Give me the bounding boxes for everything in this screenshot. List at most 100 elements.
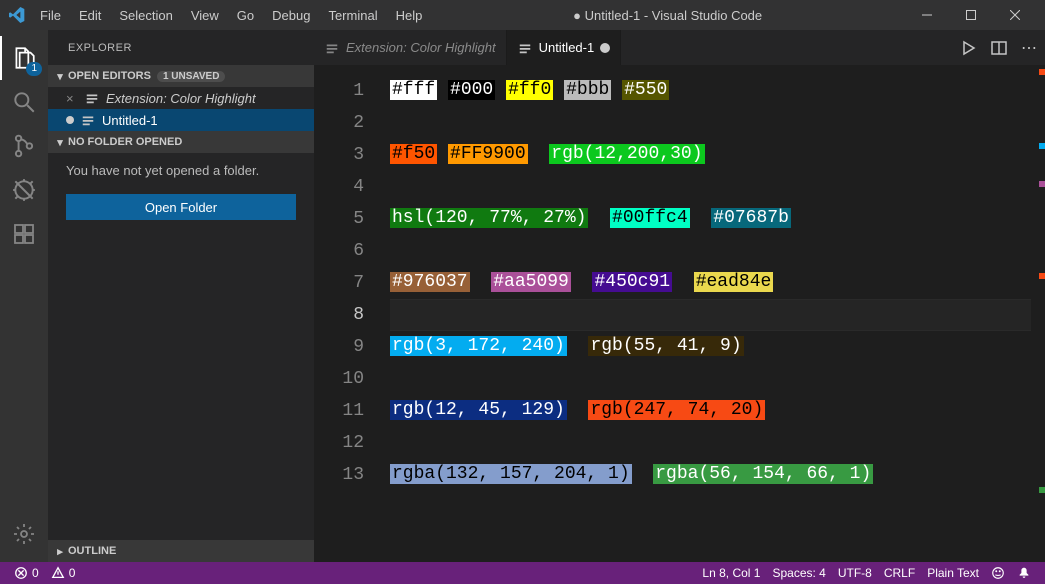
- color-token: #976037: [390, 272, 470, 292]
- file-icon: [517, 41, 533, 55]
- color-token: rgba(132, 157, 204, 1): [390, 464, 632, 484]
- window-title: ● Untitled-1 - Visual Studio Code: [430, 8, 905, 23]
- tab-label: Untitled-1: [539, 40, 595, 55]
- code-line[interactable]: [390, 107, 1045, 139]
- line-number: 12: [314, 427, 390, 459]
- code-line[interactable]: [390, 235, 1045, 267]
- status-errors[interactable]: 0: [8, 566, 45, 580]
- menu-debug[interactable]: Debug: [264, 4, 318, 27]
- open-editor-label: Untitled-1: [102, 113, 158, 128]
- line-number: 3: [314, 139, 390, 171]
- code-line[interactable]: rgba(132, 157, 204, 1) rgba(56, 154, 66,…: [390, 459, 1045, 491]
- file-icon: [80, 113, 96, 127]
- vertical-scrollbar[interactable]: [1031, 65, 1045, 562]
- scroll-marker: [1039, 143, 1045, 149]
- tab-label: Extension: Color Highlight: [346, 40, 496, 55]
- editor-tab[interactable]: Untitled-1: [507, 30, 622, 65]
- color-token: rgb(12, 45, 129): [390, 400, 567, 420]
- color-token: #aa5099: [491, 272, 571, 292]
- color-token: #bbb: [564, 80, 611, 100]
- code-line[interactable]: #f50 #FF9900 rgb(12,200,30): [390, 139, 1045, 171]
- feedback-smiley-icon[interactable]: [985, 566, 1011, 580]
- notifications-bell-icon[interactable]: [1011, 566, 1037, 580]
- open-editor-item[interactable]: × Extension: Color Highlight: [48, 87, 314, 109]
- open-editors-list: × Extension: Color Highlight Untitled-1: [48, 87, 314, 131]
- search-icon[interactable]: [0, 80, 48, 124]
- color-token: #07687b: [711, 208, 791, 228]
- menu-selection[interactable]: Selection: [111, 4, 180, 27]
- open-editors-header[interactable]: ▾ OPEN EDITORS 1 UNSAVED: [48, 65, 314, 87]
- line-gutter: 12345678910111213: [314, 65, 390, 562]
- code-line[interactable]: rgb(12, 45, 129) rgb(247, 74, 20): [390, 395, 1045, 427]
- close-button[interactable]: [993, 0, 1037, 30]
- line-number: 9: [314, 331, 390, 363]
- status-eol[interactable]: CRLF: [878, 566, 921, 580]
- vscode-logo-icon: [8, 6, 26, 24]
- status-language[interactable]: Plain Text: [921, 566, 985, 580]
- editor-area: Extension: Color Highlight Untitled-1 ⋯ …: [314, 30, 1045, 562]
- code-content[interactable]: #fff #000 #ff0 #bbb #550 #f50 #FF9900 rgb…: [390, 65, 1045, 562]
- text-editor[interactable]: 12345678910111213 #fff #000 #ff0 #bbb #5…: [314, 65, 1045, 562]
- color-token: #00ffc4: [610, 208, 690, 228]
- run-icon[interactable]: [961, 40, 977, 56]
- color-token: rgb(12,200,30): [549, 144, 704, 164]
- no-folder-message: You have not yet opened a folder.: [48, 153, 314, 188]
- file-icon: [324, 41, 340, 55]
- split-editor-icon[interactable]: [991, 40, 1007, 56]
- code-line[interactable]: [390, 299, 1045, 331]
- scroll-marker: [1039, 273, 1045, 279]
- unsaved-badge: 1 UNSAVED: [157, 71, 226, 82]
- open-editor-label: Extension: Color Highlight: [106, 91, 256, 106]
- extensions-icon[interactable]: [0, 212, 48, 256]
- source-control-icon[interactable]: [0, 124, 48, 168]
- color-token: #000: [448, 80, 495, 100]
- status-warnings[interactable]: 0: [45, 566, 82, 580]
- line-number: 8: [314, 299, 390, 331]
- line-number: 2: [314, 107, 390, 139]
- open-folder-button[interactable]: Open Folder: [66, 194, 296, 220]
- chevron-right-icon: ▸: [52, 545, 68, 558]
- code-line[interactable]: hsl(120, 77%, 27%) #00ffc4 #07687b: [390, 203, 1045, 235]
- status-bar: 0 0 Ln 8, Col 1 Spaces: 4 UTF-8 CRLF Pla…: [0, 562, 1045, 584]
- debug-icon[interactable]: [0, 168, 48, 212]
- menu-view[interactable]: View: [183, 4, 227, 27]
- more-icon[interactable]: ⋯: [1021, 38, 1037, 58]
- outline-header[interactable]: ▸ OUTLINE: [48, 540, 314, 562]
- minimap[interactable]: [975, 65, 1031, 505]
- window-controls: [905, 0, 1037, 30]
- menu-terminal[interactable]: Terminal: [320, 4, 385, 27]
- minimize-button[interactable]: [905, 0, 949, 30]
- settings-gear-icon[interactable]: [0, 512, 48, 556]
- file-icon: [84, 91, 100, 105]
- code-line[interactable]: [390, 427, 1045, 459]
- code-line[interactable]: rgb(3, 172, 240) rgb(55, 41, 9): [390, 331, 1045, 363]
- close-icon[interactable]: ×: [66, 91, 78, 106]
- status-encoding[interactable]: UTF-8: [832, 566, 878, 580]
- open-editor-item[interactable]: Untitled-1: [48, 109, 314, 131]
- color-token: #450c91: [592, 272, 672, 292]
- sidebar: EXPLORER ▾ OPEN EDITORS 1 UNSAVED × Exte…: [48, 30, 314, 562]
- explorer-icon[interactable]: 1: [0, 36, 48, 80]
- editor-tab[interactable]: Extension: Color Highlight: [314, 30, 507, 65]
- scroll-marker: [1039, 181, 1045, 187]
- maximize-button[interactable]: [949, 0, 993, 30]
- menu-help[interactable]: Help: [388, 4, 431, 27]
- code-line[interactable]: [390, 171, 1045, 203]
- menu-go[interactable]: Go: [229, 4, 262, 27]
- scroll-marker: [1039, 69, 1045, 75]
- code-line[interactable]: #fff #000 #ff0 #bbb #550: [390, 75, 1045, 107]
- status-lncol[interactable]: Ln 8, Col 1: [696, 566, 766, 580]
- chevron-down-icon: ▾: [52, 136, 68, 149]
- code-line[interactable]: #976037 #aa5099 #450c91 #ead84e: [390, 267, 1045, 299]
- color-token: hsl(120, 77%, 27%): [390, 208, 588, 228]
- menu-bar: FileEditSelectionViewGoDebugTerminalHelp: [32, 4, 430, 27]
- scroll-marker: [1039, 487, 1045, 493]
- status-spaces[interactable]: Spaces: 4: [766, 566, 831, 580]
- no-folder-header[interactable]: ▾ NO FOLDER OPENED: [48, 131, 314, 153]
- explorer-badge: 1: [26, 62, 42, 76]
- menu-file[interactable]: File: [32, 4, 69, 27]
- menu-edit[interactable]: Edit: [71, 4, 109, 27]
- line-number: 5: [314, 203, 390, 235]
- editor-tabs: Extension: Color Highlight Untitled-1 ⋯: [314, 30, 1045, 65]
- code-line[interactable]: [390, 363, 1045, 395]
